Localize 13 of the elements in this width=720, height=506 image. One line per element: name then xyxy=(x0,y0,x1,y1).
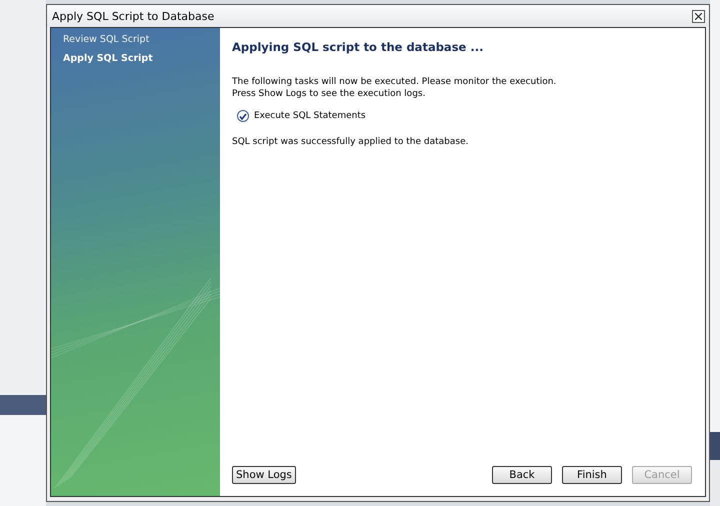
page-heading: Applying SQL script to the database ... xyxy=(232,40,484,54)
instruction-text: Press Show Logs to see the execution logs. xyxy=(232,88,426,100)
wizard-step: Review SQL Script xyxy=(63,34,220,45)
close-button[interactable] xyxy=(692,10,705,22)
window-title: Apply SQL Script to Database xyxy=(52,10,214,22)
task-label: Execute SQL Statements xyxy=(254,111,366,121)
instruction-text: The following tasks will now be executed. Please monitor the execution. xyxy=(232,76,558,88)
dialog-button[interactable]: Back xyxy=(492,466,552,484)
dialog-button[interactable]: Show Logs xyxy=(232,466,296,484)
result-message: SQL script was successfully applied to the database. xyxy=(232,136,470,148)
close-icon xyxy=(695,12,702,20)
dialog-button[interactable]: Finish xyxy=(562,466,622,484)
wizard-step: Apply SQL Script xyxy=(63,53,220,64)
